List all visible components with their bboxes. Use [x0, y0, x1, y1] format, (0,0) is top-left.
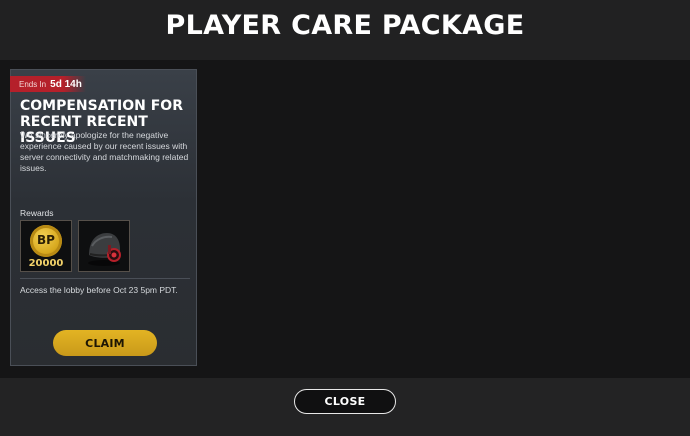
timer-prefix: Ends In	[19, 79, 47, 89]
timer-badge: Ends In 5d 14h	[10, 76, 86, 92]
card-description: We sincerely apologize for the negative …	[20, 130, 189, 173]
helmet-icon	[88, 233, 121, 266]
reward-bp[interactable]: BP 20000	[20, 220, 72, 272]
bp-coin-icon: BP	[30, 225, 62, 257]
reward-helmet[interactable]	[78, 220, 130, 272]
compensation-card: Ends In 5d 14h COMPENSATION FOR RECENT R…	[10, 69, 197, 366]
rewards-label: Rewards	[20, 208, 54, 218]
page-title: PLAYER CARE PACKAGE	[165, 10, 525, 41]
bp-amount: 20000	[28, 258, 64, 269]
card-divider	[20, 278, 190, 279]
claim-button[interactable]: CLAIM	[53, 330, 157, 356]
timer-value: 5d 14h	[50, 78, 82, 90]
bp-coin-label: BP	[37, 233, 55, 247]
close-button[interactable]: CLOSE	[294, 389, 396, 414]
access-note: Access the lobby before Oct 23 5pm PDT.	[20, 285, 178, 295]
